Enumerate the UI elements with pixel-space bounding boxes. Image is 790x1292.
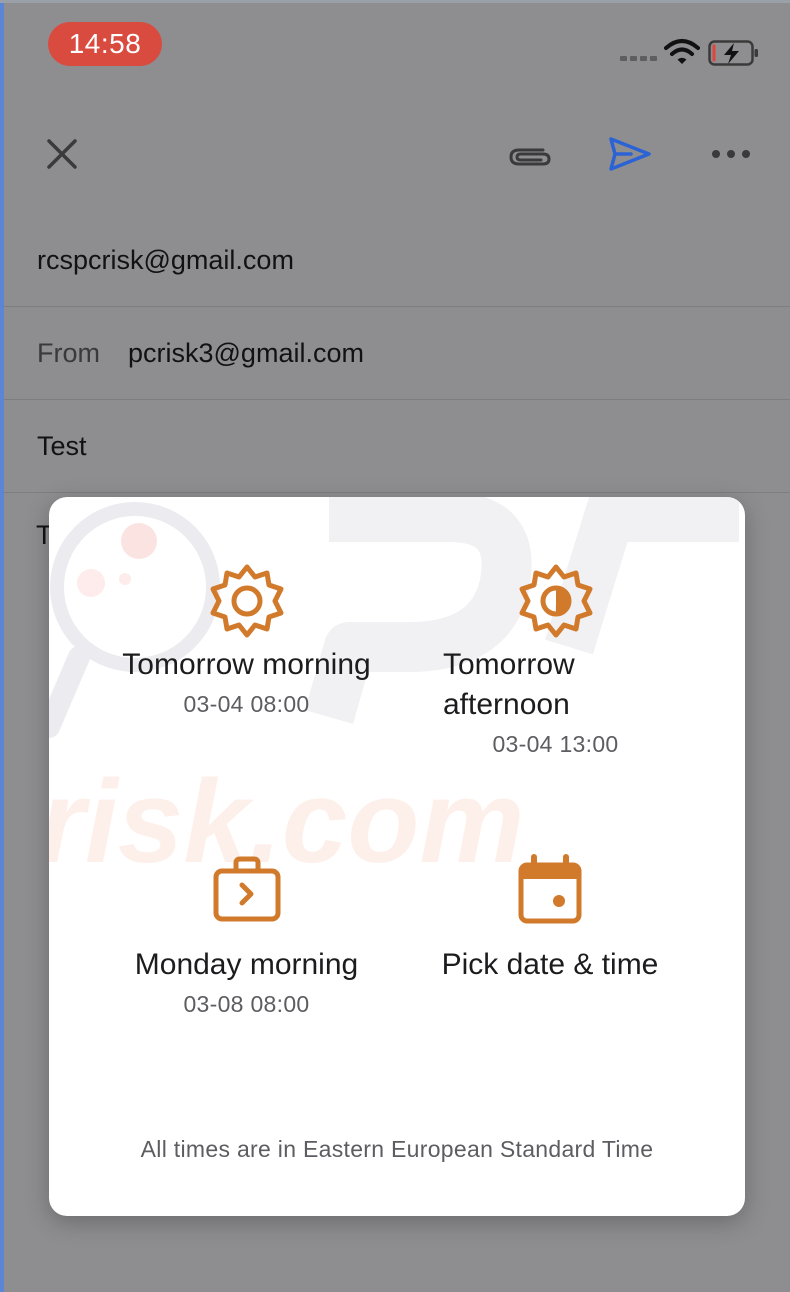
option-title: Monday morning xyxy=(134,948,359,981)
to-field[interactable]: rcspcrisk@gmail.com xyxy=(4,214,790,307)
option-monday-morning[interactable]: Monday morning 03-08 08:00 xyxy=(89,853,404,1018)
option-title: Pick date & time xyxy=(441,948,659,981)
calendar-icon xyxy=(518,854,582,924)
send-button[interactable] xyxy=(604,132,656,176)
more-options-button[interactable] xyxy=(708,136,754,172)
sun-icon xyxy=(210,564,283,638)
option-date: 03-04 13:00 xyxy=(492,731,619,757)
cellular-signal-icon xyxy=(620,56,657,61)
from-field[interactable]: From pcrisk3@gmail.com xyxy=(4,307,790,400)
option-date: 03-04 08:00 xyxy=(183,691,310,717)
option-title: Tomorrow morning xyxy=(122,648,371,681)
from-label: From xyxy=(37,337,100,368)
subject-text: Test xyxy=(37,430,87,461)
option-title: Tomorrow afternoon xyxy=(443,648,575,721)
attach-button[interactable] xyxy=(504,134,556,178)
window-top-edge xyxy=(0,0,790,3)
close-icon xyxy=(47,139,77,169)
option-tomorrow-morning[interactable]: Tomorrow morning 03-04 08:00 xyxy=(89,563,404,718)
to-recipient: rcspcrisk@gmail.com xyxy=(37,244,294,275)
from-address: pcrisk3@gmail.com xyxy=(128,337,364,368)
send-icon xyxy=(609,137,651,171)
battery-charging-icon xyxy=(708,40,758,66)
option-pick-date-time[interactable]: Pick date & time xyxy=(405,853,695,985)
briefcase-icon xyxy=(213,856,280,922)
schedule-send-dialog: risk.com Tomorrow morning 03-04 08:00 To… xyxy=(49,497,745,1216)
half-sun-icon xyxy=(519,564,592,638)
timezone-note: All times are in Eastern European Standa… xyxy=(140,1136,654,1162)
more-horizontal-icon xyxy=(712,150,750,158)
option-tomorrow-afternoon[interactable]: Tomorrow afternoon 03-04 13:00 xyxy=(443,563,668,758)
close-button[interactable] xyxy=(40,132,84,176)
option-date: 03-08 08:00 xyxy=(183,991,310,1017)
subject-field[interactable]: Test xyxy=(4,400,790,493)
wifi-icon xyxy=(664,39,700,64)
paperclip-icon xyxy=(509,148,551,166)
window-edge xyxy=(0,0,4,1292)
status-time: 14:58 xyxy=(48,22,162,66)
